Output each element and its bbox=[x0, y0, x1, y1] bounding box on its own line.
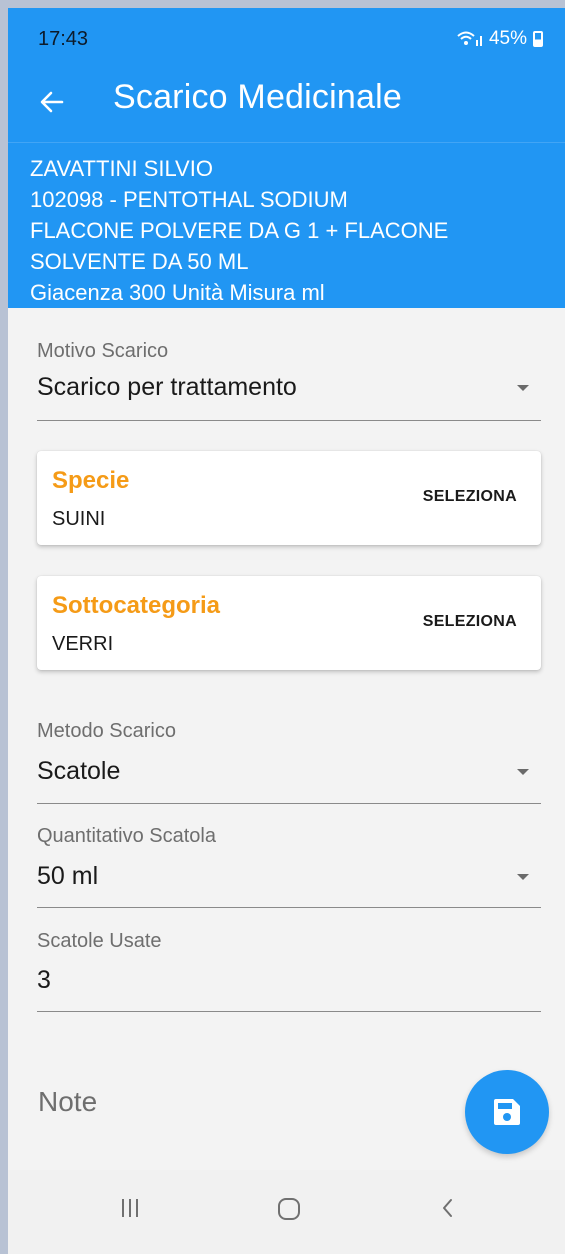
quantitativo-scatola-select[interactable]: Quantitativo Scatola 50 ml bbox=[37, 825, 541, 908]
battery-percent: 45% bbox=[488, 28, 527, 49]
sottocategoria-select-button[interactable]: SELEZIONA bbox=[423, 613, 517, 631]
motivo-scarico-select[interactable]: Motivo Scarico Scarico per trattamento bbox=[37, 340, 541, 421]
scatole-usate-value: 3 bbox=[37, 966, 51, 994]
info-solvent: SOLVENTE DA 50 ML bbox=[30, 249, 249, 274]
system-nav-bar bbox=[8, 1170, 565, 1254]
dropdown-arrow-icon bbox=[517, 385, 529, 391]
phone-screen: 17:43 45% Scarico Medicinale ZAVATTINI S… bbox=[8, 8, 565, 1254]
status-bar: 17:43 45% bbox=[8, 8, 565, 66]
save-icon bbox=[494, 1099, 520, 1125]
quantitativo-scatola-value: 50 ml bbox=[37, 862, 99, 890]
info-product: 102098 - PENTOTHAL SODIUM bbox=[30, 187, 348, 212]
metodo-scarico-value: Scatole bbox=[37, 757, 121, 785]
home-icon[interactable] bbox=[276, 1196, 302, 1222]
arrow-back-icon[interactable] bbox=[34, 84, 70, 120]
metodo-scarico-label: Metodo Scarico bbox=[37, 720, 176, 742]
page-title: Scarico Medicinale bbox=[113, 78, 402, 116]
metodo-scarico-select[interactable]: Metodo Scarico Scatole bbox=[37, 720, 541, 804]
scatole-usate-input[interactable]: Scatole Usate 3 bbox=[37, 930, 541, 1012]
motivo-scarico-label: Motivo Scarico bbox=[37, 340, 169, 362]
recent-apps-icon[interactable] bbox=[118, 1196, 142, 1220]
specie-title: Specie bbox=[52, 467, 130, 494]
save-button[interactable] bbox=[465, 1070, 549, 1154]
status-right: 45% bbox=[457, 28, 543, 50]
scatole-usate-label: Scatole Usate bbox=[37, 930, 162, 952]
specie-value: SUINI bbox=[52, 508, 106, 530]
note-field[interactable]: Note bbox=[38, 1086, 97, 1118]
motivo-scarico-value: Scarico per trattamento bbox=[37, 373, 297, 401]
specie-select-button[interactable]: SELEZIONA bbox=[423, 488, 517, 506]
info-package: FLACONE POLVERE DA G 1 + FLACONE bbox=[30, 218, 449, 243]
sottocategoria-value: VERRI bbox=[52, 633, 114, 655]
quantitativo-scatola-label: Quantitativo Scatola bbox=[37, 825, 216, 847]
app-bar: Scarico Medicinale bbox=[8, 66, 565, 142]
info-stock: Giacenza 300 Unità Misura ml bbox=[30, 280, 325, 305]
status-time: 17:43 bbox=[38, 28, 89, 50]
dropdown-arrow-icon bbox=[517, 769, 529, 775]
specie-card: Specie SUINI SELEZIONA bbox=[37, 451, 541, 545]
sottocategoria-title: Sottocategoria bbox=[52, 592, 221, 619]
back-icon[interactable] bbox=[436, 1196, 460, 1220]
dropdown-arrow-icon bbox=[517, 874, 529, 880]
wifi-icon bbox=[457, 31, 482, 46]
battery-icon bbox=[533, 31, 543, 47]
sottocategoria-card: Sottocategoria VERRI SELEZIONA bbox=[37, 576, 541, 670]
medicine-info: ZAVATTINI SILVIO 102098 - PENTOTHAL SODI… bbox=[8, 142, 565, 308]
info-owner: ZAVATTINI SILVIO bbox=[30, 156, 213, 181]
